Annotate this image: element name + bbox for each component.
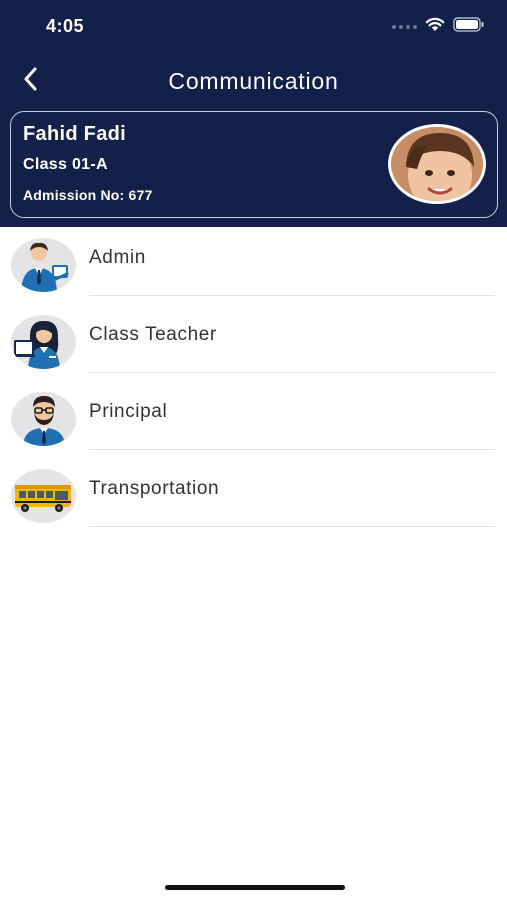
wifi-icon [425, 17, 445, 37]
status-time: 4:05 [46, 16, 85, 36]
student-class: Class 01-A [23, 156, 108, 173]
battery-icon [453, 17, 485, 37]
cellular-signal-icon [392, 25, 417, 29]
contact-label-class-teacher: Class Teacher [89, 324, 217, 345]
student-card: Fahid Fadi Class 01-A Admission No: 677 [10, 111, 498, 218]
header: 4:05 Communication Fahid Fadi Class 01-A… [0, 0, 507, 227]
contact-label-transportation: Transportation [89, 478, 220, 499]
admin-icon [11, 238, 76, 292]
status-bar: 4:05 [0, 0, 507, 50]
divider [89, 526, 495, 527]
contact-list: Admin Class Teacher Principal Transporta… [0, 227, 507, 535]
student-name: Fahid Fadi [23, 123, 126, 145]
nav-bar: Communication [0, 56, 507, 106]
admission-number: Admission No: 677 [23, 187, 153, 203]
contact-item-admin[interactable]: Admin [0, 227, 507, 304]
divider [89, 295, 495, 296]
contact-item-transportation[interactable]: Transportation [0, 458, 507, 535]
divider [89, 449, 495, 450]
page-title: Communication [168, 68, 339, 94]
contact-item-class-teacher[interactable]: Class Teacher [0, 304, 507, 381]
student-avatar [388, 124, 486, 204]
teacher-icon [11, 315, 76, 369]
bus-icon [11, 469, 76, 523]
principal-icon [11, 392, 76, 446]
divider [89, 372, 495, 373]
home-indicator[interactable] [165, 885, 345, 890]
contact-label-principal: Principal [89, 401, 168, 422]
contact-item-principal[interactable]: Principal [0, 381, 507, 458]
status-icons [392, 17, 485, 37]
contact-label-admin: Admin [89, 247, 146, 268]
